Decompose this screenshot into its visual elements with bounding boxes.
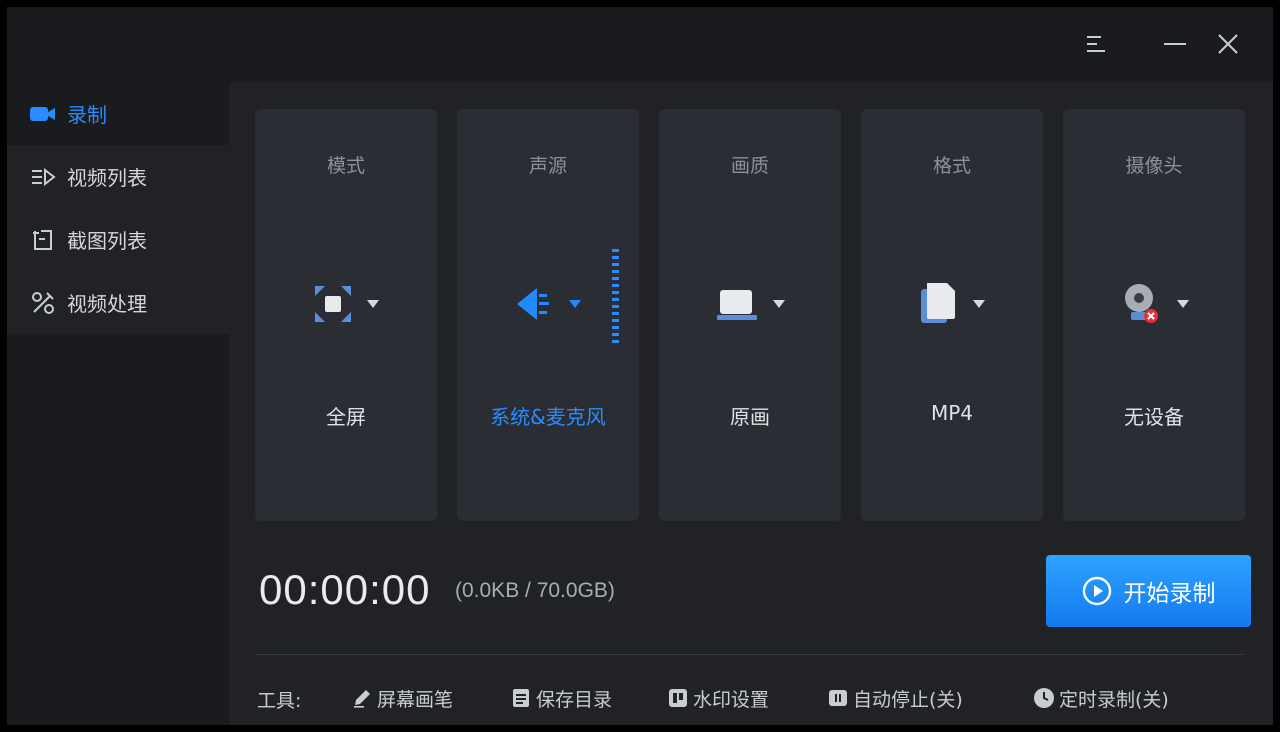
folder-doc-icon (510, 687, 532, 709)
speaker-icon (517, 288, 549, 320)
watermark-settings-button[interactable]: 水印设置 (667, 684, 769, 712)
sidebar-item-label: 视频列表 (67, 166, 147, 190)
main-panel: 模式 全屏 声源 系统&麦克风 画质 原画 格式 MP4 摄像头 无设备 00:… (229, 82, 1273, 725)
tool-label: 自动停止(关) (853, 688, 963, 711)
chevron-down-icon (773, 300, 785, 308)
minimize-button[interactable] (1158, 27, 1192, 61)
auto-stop-button[interactable]: 自动停止(关) (827, 684, 963, 712)
video-list-icon (29, 163, 57, 191)
monitor-icon (717, 290, 757, 320)
audio-source-card[interactable]: 声源 系统&麦克风 (457, 109, 639, 521)
play-circle-icon (1082, 576, 1111, 606)
pause-icon (827, 687, 849, 709)
sidebar-item-video-list[interactable]: 视频列表 (7, 145, 229, 208)
card-value: 系统&麦克风 (490, 405, 606, 429)
card-title: 摄像头 (1125, 155, 1183, 177)
format-card[interactable]: 格式 MP4 (861, 109, 1043, 521)
tool-label: 定时录制(关) (1059, 688, 1169, 711)
chevron-down-icon (973, 300, 985, 308)
divider (255, 654, 1245, 655)
card-value: 原画 (730, 405, 770, 429)
sidebar-item-label: 视频处理 (67, 292, 147, 316)
menu-button[interactable] (1079, 27, 1113, 61)
sidebar-item-label: 录制 (67, 103, 107, 127)
video-edit-icon (29, 289, 57, 317)
card-title: 画质 (730, 155, 769, 177)
chevron-down-icon (1177, 300, 1189, 308)
card-title: 模式 (326, 155, 365, 177)
recording-timer: 00:00:00 (259, 566, 431, 613)
pen-icon (351, 687, 373, 709)
close-button[interactable] (1211, 27, 1245, 61)
screenshot-list-icon (29, 226, 57, 254)
sidebar-item-label: 截图列表 (67, 229, 147, 253)
screen-pen-button[interactable]: 屏幕画笔 (351, 684, 453, 712)
card-title: 声源 (528, 155, 567, 177)
storage-indicator: (0.0KB / 70.0GB) (455, 579, 615, 602)
close-icon (1218, 34, 1238, 54)
volume-level-meter (612, 249, 619, 343)
tool-label: 水印设置 (693, 688, 770, 711)
card-value: 无设备 (1124, 405, 1184, 429)
webcam-card[interactable]: 摄像头 无设备 (1063, 109, 1245, 521)
title-bar (7, 7, 1273, 82)
sidebar-item-video-edit[interactable]: 视频处理 (7, 271, 229, 334)
fullscreen-icon (315, 286, 351, 322)
video-camera-icon (29, 100, 57, 128)
tools-bar: 工具: 屏幕画笔 保存目录 水印设置 自动停止(关) 定时录制(关) (257, 680, 1257, 716)
save-directory-button[interactable]: 保存目录 (510, 684, 612, 712)
clock-icon (1033, 687, 1055, 709)
quality-card[interactable]: 画质 原画 (659, 109, 841, 521)
chevron-down-icon (569, 300, 581, 308)
card-value: MP4 (930, 401, 974, 425)
card-title: 格式 (932, 155, 971, 177)
mode-card[interactable]: 模式 全屏 (255, 109, 437, 521)
start-recording-label: 开始录制 (1123, 581, 1216, 607)
sidebar: 录制 视频列表 截图列表 视频处理 (7, 82, 229, 725)
card-value: 全屏 (326, 405, 366, 429)
tool-label: 保存目录 (536, 688, 613, 711)
menu-icon (1087, 36, 1105, 52)
webcam-icon (1125, 284, 1158, 323)
watermark-icon (667, 687, 689, 709)
minimize-icon (1164, 43, 1186, 45)
sidebar-item-record[interactable]: 录制 (7, 82, 229, 145)
tools-label: 工具: (257, 690, 302, 712)
start-recording-button[interactable]: 开始录制 (1046, 555, 1251, 627)
app-window: 录制 视频列表 截图列表 视频处理 模式 全屏 声源 系统&麦克风 画质 原画 … (7, 7, 1273, 725)
tool-label: 屏幕画笔 (377, 688, 454, 711)
file-icon (921, 283, 955, 323)
scheduled-recording-button[interactable]: 定时录制(关) (1033, 684, 1169, 712)
sidebar-item-screenshot-list[interactable]: 截图列表 (7, 208, 229, 271)
chevron-down-icon (367, 300, 379, 308)
